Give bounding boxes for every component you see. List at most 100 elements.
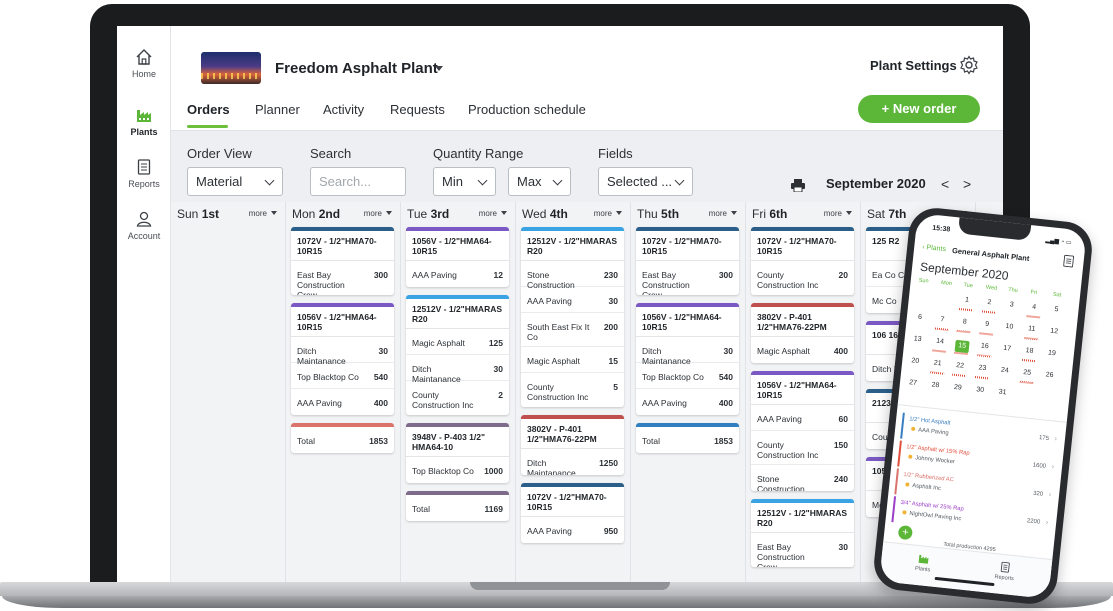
order-card[interactable]: 3802V - P-401 1/2"HMA76-22PM Ditch Mainta… [521, 415, 624, 475]
card-order-row[interactable]: Top Blacktop Co 540 [291, 363, 394, 389]
order-view-select[interactable]: Material [187, 167, 283, 196]
phone-day[interactable]: 12 [1047, 327, 1062, 336]
card-order-row[interactable]: AAA Paving 12 [406, 261, 509, 287]
card-order-row[interactable]: Magic Asphalt 125 [406, 329, 509, 355]
prev-month-button[interactable]: < [941, 176, 949, 192]
phone-day[interactable]: 9 [980, 320, 995, 328]
phone-day[interactable]: 7 [935, 316, 950, 324]
phone-day[interactable]: 10 [1002, 323, 1017, 331]
phone-day[interactable]: 14 [933, 337, 948, 346]
card-order-row[interactable]: Stone Construction 230 [521, 261, 624, 290]
max-select[interactable]: Max [508, 167, 571, 196]
phone-day[interactable]: 13 [910, 335, 925, 343]
phone-back-button[interactable]: ‹ Plants [922, 244, 946, 253]
card-order-row[interactable]: AAA Paving 60 [751, 405, 854, 431]
phone-day[interactable]: 30 [973, 386, 988, 394]
phone-tab-reports[interactable]: Reports [984, 559, 1026, 583]
phone-day[interactable]: 11 [1024, 325, 1039, 333]
order-card[interactable]: Total 1169 [406, 491, 509, 521]
card-order-row[interactable]: Magic Asphalt 15 [521, 347, 624, 373]
card-total-row[interactable]: Total 1169 [406, 495, 509, 521]
day-more-button[interactable]: more [709, 209, 737, 218]
card-order-row[interactable]: Ditch Maintanance 30 [291, 337, 394, 366]
fields-select[interactable]: Selected ... [598, 167, 693, 196]
phone-day[interactable]: 24 [997, 366, 1012, 375]
tab-planner[interactable]: Planner [255, 102, 300, 117]
search-input[interactable]: Search... [310, 167, 406, 196]
phone-day[interactable]: 4 [1027, 303, 1042, 311]
order-card[interactable]: 1072V - 1/2"HMA70-10R15 East Bay Construc… [636, 227, 739, 295]
day-more-button[interactable]: more [249, 209, 277, 218]
card-order-row[interactable]: Stone Construction 240 [751, 465, 854, 491]
phone-day[interactable]: 21 [930, 359, 945, 368]
order-card[interactable]: 1056V - 1/2"HMA64-10R15 Ditch Maintanance… [636, 303, 739, 415]
phone-day[interactable]: 16 [977, 342, 992, 350]
next-month-button[interactable]: > [963, 176, 971, 192]
order-card[interactable]: 1072V - 1/2"HMA70-10R15 East Bay Construc… [291, 227, 394, 295]
phone-day[interactable]: 6 [913, 313, 928, 321]
phone-day[interactable]: 1 [960, 296, 975, 304]
tab-production-schedule[interactable]: Production schedule [468, 102, 586, 117]
new-order-button[interactable]: + New order [858, 95, 980, 123]
tab-orders[interactable]: Orders [187, 102, 230, 117]
card-order-row[interactable]: County Construction Inc 5 [521, 373, 624, 407]
rail-item-home[interactable]: Home [117, 48, 171, 79]
order-card[interactable]: Total 1853 [636, 423, 739, 453]
gear-icon[interactable] [959, 55, 979, 75]
phone-day[interactable]: 23 [975, 364, 990, 372]
card-order-row[interactable]: County Construction Inc 20 [751, 261, 854, 295]
order-card[interactable]: 12512V - 1/2"HMARAS R20 Magic Asphalt 125 D… [406, 295, 509, 415]
order-card[interactable]: 12512V - 1/2"HMARAS R20 Stone Constructio… [521, 227, 624, 407]
phone-day[interactable]: 26 [1042, 371, 1057, 379]
phone-day[interactable]: 31 [995, 388, 1010, 397]
day-more-button[interactable]: more [364, 209, 392, 218]
card-order-row[interactable]: AAA Paving 400 [636, 389, 739, 415]
phone-day[interactable]: 5 [1049, 305, 1064, 313]
order-card[interactable]: 3802V - P-401 1/2"HMA76-22PM Magic Asphal… [751, 303, 854, 363]
day-more-button[interactable]: more [479, 209, 507, 218]
card-order-row[interactable]: AAA Paving 400 [291, 389, 394, 415]
card-order-row[interactable]: Magic Asphalt 400 [751, 337, 854, 363]
card-order-row[interactable]: East Bay Construction Crew 30 [751, 533, 854, 567]
card-order-row[interactable]: County Construction Inc 2 [406, 381, 509, 415]
phone-day[interactable]: 22 [953, 362, 968, 370]
order-card[interactable]: 1056V - 1/2"HMA64-10R15 AAA Paving 12 [406, 227, 509, 287]
card-order-row[interactable]: South East Fix It Co 200 [521, 313, 624, 347]
rail-item-account[interactable]: Account [117, 210, 171, 241]
card-total-row[interactable]: Total 1853 [636, 427, 739, 453]
day-more-button[interactable]: more [824, 209, 852, 218]
phone-plant-name[interactable]: General Asphalt Plant [952, 246, 1030, 263]
card-order-row[interactable]: Top Blacktop Co 1000 [406, 457, 509, 483]
card-order-row[interactable]: Ditch Maintanance 1250 [521, 449, 624, 475]
phone-day[interactable]: 17 [1000, 344, 1015, 353]
phone-day[interactable]: 2 [982, 298, 997, 306]
card-order-row[interactable]: Top Blacktop Co 540 [636, 363, 739, 389]
card-order-row[interactable]: County Construction Inc 150 [751, 431, 854, 465]
order-card[interactable]: 1056V - 1/2"HMA64-10R15 Ditch Maintanance… [291, 303, 394, 415]
plant-selector[interactable]: Freedom Asphalt Plant [275, 60, 438, 77]
phone-day[interactable]: 3 [1004, 301, 1019, 309]
order-card[interactable]: 12512V - 1/2"HMARAS R20 East Bay Construc… [751, 499, 854, 567]
phone-tab-plants[interactable]: Plants [902, 551, 944, 575]
day-more-button[interactable]: more [594, 209, 622, 218]
order-card[interactable]: Total 1853 [291, 423, 394, 453]
phone-day[interactable]: 27 [906, 379, 921, 387]
tab-activity[interactable]: Activity [323, 102, 364, 117]
plant-settings-link[interactable]: Plant Settings [870, 58, 957, 73]
printer-icon[interactable] [791, 179, 805, 192]
card-order-row[interactable]: AAA Paving 30 [521, 287, 624, 313]
rail-item-reports[interactable]: Reports [117, 158, 171, 189]
card-order-row[interactable]: East Bay Construction Crew 300 [636, 261, 739, 295]
phone-add-button[interactable]: + [897, 524, 914, 541]
card-total-row[interactable]: Total 1853 [291, 427, 394, 453]
order-card[interactable]: 3948V - P-403 1/2" HMA64-10 Top Blacktop … [406, 423, 509, 483]
tab-requests[interactable]: Requests [390, 102, 445, 117]
card-order-row[interactable]: East Bay Construction Crew 300 [291, 261, 394, 295]
phone-day[interactable]: 19 [1045, 349, 1060, 358]
phone-day[interactable]: 18 [1022, 347, 1037, 355]
card-order-row[interactable]: AAA Paving 950 [521, 517, 624, 543]
rail-item-plants[interactable]: Plants [117, 106, 171, 137]
phone-day[interactable]: 28 [928, 381, 943, 390]
card-order-row[interactable]: Ditch Maintanance 30 [636, 337, 739, 366]
phone-day[interactable]: 8 [957, 318, 972, 326]
